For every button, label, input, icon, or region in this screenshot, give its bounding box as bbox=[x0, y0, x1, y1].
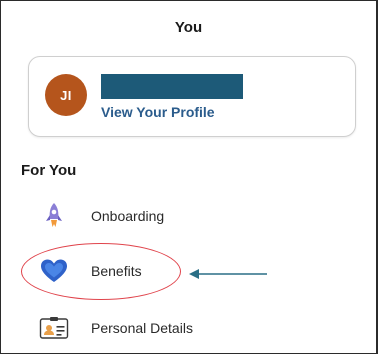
nav-label-benefits: Benefits bbox=[91, 263, 142, 279]
nav-item-personal-details[interactable]: Personal Details bbox=[39, 312, 239, 344]
nav-label-onboarding: Onboarding bbox=[91, 208, 165, 224]
heart-icon bbox=[39, 256, 69, 286]
nav-item-onboarding[interactable]: Onboarding bbox=[39, 200, 239, 232]
rocket-icon bbox=[39, 201, 69, 231]
avatar[interactable]: JI bbox=[45, 74, 87, 116]
arrow-pointer bbox=[189, 269, 267, 279]
profile-card[interactable]: JI View Your Profile bbox=[28, 56, 356, 137]
redacted-name bbox=[101, 74, 243, 99]
you-panel: You JI View Your Profile For You Onboard… bbox=[0, 0, 378, 354]
page-title: You bbox=[174, 19, 203, 36]
view-profile-link[interactable]: View Your Profile bbox=[101, 104, 215, 120]
avatar-initials: JI bbox=[60, 87, 72, 103]
section-title-for-you: For You bbox=[21, 162, 77, 179]
id-card-icon bbox=[39, 313, 69, 343]
nav-label-personal-details: Personal Details bbox=[91, 320, 193, 336]
